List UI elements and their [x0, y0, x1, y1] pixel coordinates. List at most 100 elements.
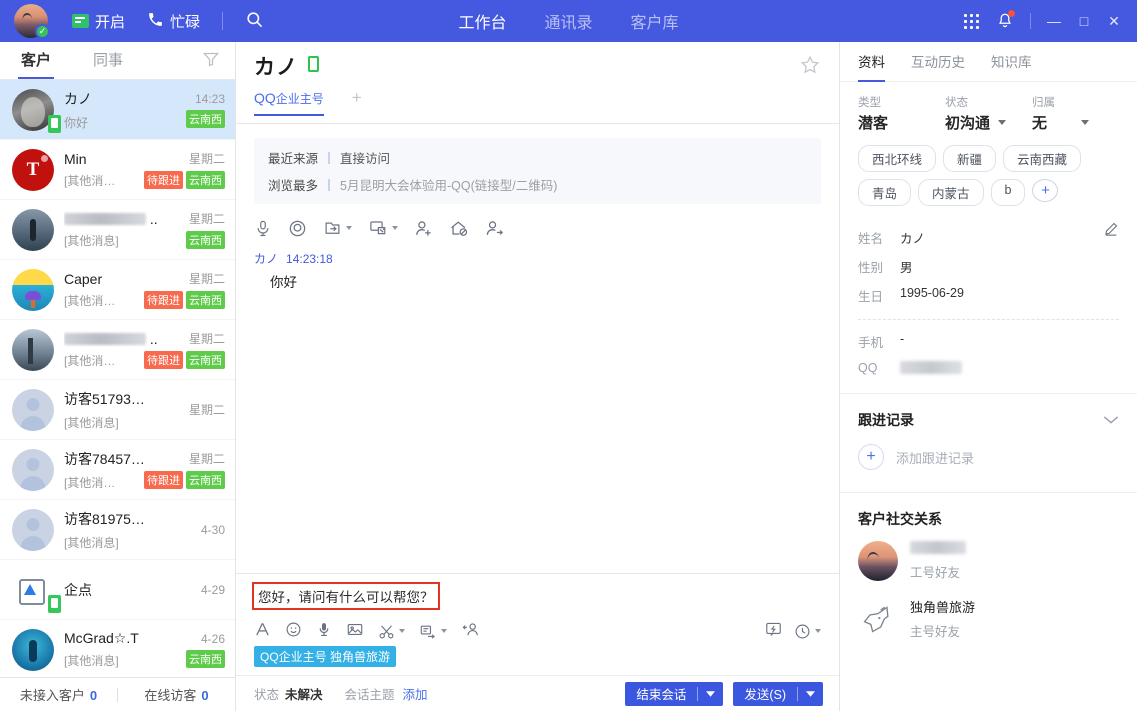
tab-interaction-history[interactable]: 互动历史: [911, 42, 965, 82]
tab-customers[interactable]: 客户: [0, 42, 72, 79]
transfer-session-icon[interactable]: [323, 219, 352, 237]
plus-icon[interactable]: +: [352, 89, 362, 106]
tab-knowledge-base[interactable]: 知识库: [991, 42, 1032, 82]
search-icon[interactable]: [245, 10, 264, 32]
block-home-icon[interactable]: [449, 219, 469, 238]
keyword-chip[interactable]: QQ企业主号 独角兽旅游: [254, 646, 397, 667]
add-member-icon[interactable]: [414, 219, 433, 238]
screenshot-icon[interactable]: [378, 623, 405, 640]
status-badge-followup: 待跟进: [144, 291, 183, 309]
mobile-icon: [307, 56, 319, 72]
bell-icon[interactable]: [988, 0, 1022, 42]
mobile-icon: [48, 594, 61, 613]
star-icon[interactable]: [799, 54, 821, 79]
conversation-time: 4-29: [200, 582, 225, 597]
message-input-area[interactable]: 您好，请问有什么可以帮您？: [252, 574, 821, 616]
conversation-tags: 待跟进 云南西: [119, 291, 225, 309]
unassigned-customers-stat[interactable]: 未接入客户 0: [0, 685, 117, 704]
voice-icon[interactable]: [316, 621, 332, 641]
social-item-2-sub: 主号好友: [910, 625, 961, 639]
camera-icon[interactable]: [288, 219, 307, 238]
conversation-row[interactable]: 访客81975… [其他消息] 4-30: [0, 500, 235, 560]
send-button[interactable]: 发送(S): [733, 681, 823, 706]
field-gender-label: 性别: [858, 261, 884, 275]
chevron-down-icon-followup[interactable]: [1103, 413, 1119, 428]
customer-tag[interactable]: 云南西藏: [1003, 145, 1082, 172]
chat-channel-tabs: QQ企业主号 +: [236, 89, 839, 124]
chat-action-toolbar: [236, 210, 839, 246]
conversation-row[interactable]: .. [其他消息] 星期二 云南西: [0, 200, 235, 260]
select-status[interactable]: 状态 初沟通: [945, 94, 1032, 133]
select-owner[interactable]: 归属 无: [1032, 94, 1119, 133]
customer-tag[interactable]: 内蒙古: [918, 179, 984, 206]
user-avatar[interactable]: ✓: [14, 4, 50, 39]
microphone-icon[interactable]: [254, 219, 272, 238]
send-dropdown[interactable]: [798, 690, 823, 697]
pencil-icon[interactable]: [1103, 221, 1119, 240]
topbar-divider: [222, 12, 224, 30]
remote-desktop-icon[interactable]: [368, 219, 398, 237]
nav-item-customers[interactable]: 客户库: [631, 9, 679, 33]
maximize-button[interactable]: □: [1069, 0, 1099, 42]
online-visitors-stat[interactable]: 在线访客 0: [118, 685, 235, 704]
font-icon[interactable]: [254, 621, 271, 641]
conversation-row[interactable]: カノ 你好 14:23 云南西: [0, 80, 235, 140]
conversation-row[interactable]: 访客78457… [其他消… 星期二 待跟进 云南西: [0, 440, 235, 500]
customer-tag[interactable]: 西北环线: [858, 145, 937, 172]
tab-profile[interactable]: 资料: [858, 42, 885, 82]
message-sender: カノ: [254, 252, 279, 266]
message-item: カノ 14:23:18 你好: [254, 250, 821, 291]
add-contact-icon[interactable]: [461, 621, 480, 641]
conversation-name: カノ: [64, 90, 92, 107]
customer-tag[interactable]: 新疆: [943, 145, 997, 172]
history-icon[interactable]: [794, 623, 821, 640]
end-session-button[interactable]: 结束会话: [625, 681, 724, 706]
image-icon[interactable]: [346, 621, 364, 641]
grid-apps-icon[interactable]: [954, 0, 988, 42]
conversation-name: Caper: [64, 270, 103, 287]
tab-colleagues[interactable]: 同事: [72, 42, 144, 79]
status-busy-button[interactable]: 忙碌: [147, 11, 200, 32]
conversation-meta: 星期二: [163, 401, 225, 418]
tab-qq-enterprise[interactable]: QQ企业主号: [254, 90, 324, 116]
conversation-tags: 待跟进 云南西: [119, 351, 225, 369]
nav-item-workbench[interactable]: 工作台: [458, 9, 506, 33]
unassigned-count: 0: [89, 688, 98, 703]
social-item-2[interactable]: 独角兽旅游 主号好友: [840, 581, 1137, 640]
customer-tag[interactable]: 青岛: [858, 179, 912, 206]
conversation-row[interactable]: .. [其他消… 星期二 待跟进 云南西: [0, 320, 235, 380]
conversation-row[interactable]: McGrad☆.T [其他消息] 4-26 云南西: [0, 620, 235, 677]
add-topic-link[interactable]: 添加: [403, 684, 428, 703]
add-followup-button[interactable]: + 添加跟进记录: [840, 430, 1137, 486]
conversation-list[interactable]: カノ你好14:23云南西Min[其他消…星期二待跟进云南西 ..[其他消息]星期…: [0, 80, 235, 677]
message-list[interactable]: カノ 14:23:18 你好: [236, 246, 839, 573]
status-value[interactable]: 未解决: [285, 684, 323, 703]
customer-tag[interactable]: b: [990, 179, 1026, 206]
feedback-icon[interactable]: [765, 621, 782, 641]
mobile-icon: [48, 114, 61, 133]
add-tag-button[interactable]: +: [1032, 179, 1059, 202]
quick-reply-icon[interactable]: [419, 623, 447, 640]
emoji-icon[interactable]: [285, 621, 302, 641]
status-open-button[interactable]: 开启: [72, 11, 125, 32]
end-session-dropdown[interactable]: [698, 690, 723, 697]
nav-item-contacts[interactable]: 通讯录: [544, 9, 592, 33]
notification-badge: [1008, 10, 1015, 17]
close-button[interactable]: ✕: [1099, 0, 1129, 42]
social-item-1[interactable]: 工号好友: [840, 529, 1137, 581]
message-input[interactable]: 您好，请问有什么可以帮您？: [252, 582, 440, 610]
invite-member-icon[interactable]: [485, 219, 504, 238]
select-type[interactable]: 类型 潜客: [858, 94, 945, 133]
conversation-row[interactable]: 访客51793… [其他消息] 星期二: [0, 380, 235, 440]
message-meta: カノ 14:23:18: [254, 250, 821, 267]
visitor-source-box: 最近来源 直接访问 浏览最多 5月昆明大会体验用-QQ(链接型/二维码): [254, 138, 821, 204]
conversation-row[interactable]: 企点 4-29: [0, 560, 235, 620]
filter-icon[interactable]: [203, 52, 219, 69]
conversation-row[interactable]: Caper [其他消… 星期二 待跟进 云南西: [0, 260, 235, 320]
conversation-time: 星期二: [188, 452, 225, 466]
conversation-meta: 星期二 待跟进 云南西: [144, 150, 225, 189]
minimize-button[interactable]: —: [1039, 0, 1069, 42]
conversation-row[interactable]: Min[其他消…星期二待跟进云南西: [0, 140, 235, 200]
source-divider-2: [328, 178, 331, 191]
conversation-text: 企点: [64, 580, 163, 600]
